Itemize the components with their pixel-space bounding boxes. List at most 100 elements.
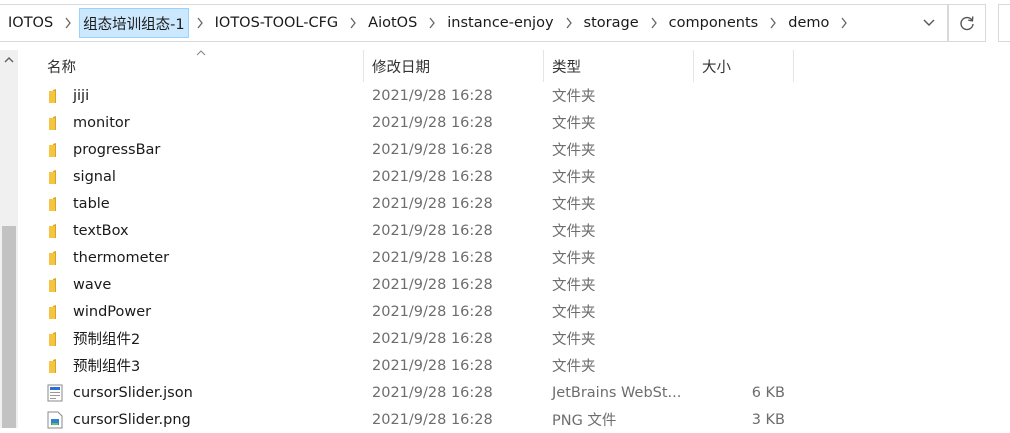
- breadcrumb-chevron-icon[interactable]: [189, 8, 211, 38]
- folder-icon: [47, 190, 69, 217]
- file-date: 2021/9/28 16:28: [372, 222, 493, 239]
- file-name: signal: [73, 168, 116, 185]
- file-date: 2021/9/28 16:28: [372, 249, 493, 266]
- file-size: [694, 136, 785, 163]
- file-date: 2021/9/28 16:28: [372, 114, 493, 131]
- file-row[interactable]: table 2021/9/28 16:28 文件夹: [44, 190, 804, 217]
- breadcrumb-chevron-icon[interactable]: [421, 8, 443, 38]
- sort-ascending-icon: [196, 46, 206, 59]
- file-type: JetBrains WebSt...: [552, 384, 682, 401]
- breadcrumb-chevron-icon[interactable]: [342, 8, 364, 38]
- file-date: 2021/9/28 16:28: [372, 411, 493, 428]
- file-date: 2021/9/28 16:28: [372, 357, 493, 374]
- scrollbar-thumb[interactable]: [2, 226, 16, 428]
- file-type: 文件夹: [552, 332, 596, 348]
- file-date: 2021/9/28 16:28: [372, 87, 493, 104]
- folder-icon: [47, 298, 69, 325]
- file-type: 文件夹: [552, 197, 596, 213]
- breadcrumb-item[interactable]: 组态培训组态-1: [79, 8, 189, 38]
- file-size: [694, 244, 785, 271]
- file-row[interactable]: progressBar 2021/9/28 16:28 文件夹: [44, 136, 804, 163]
- folder-icon: [47, 109, 69, 136]
- file-name: cursorSlider.json: [73, 384, 193, 401]
- json-file-icon: [47, 379, 69, 406]
- column-header-name-label: 名称: [47, 59, 76, 76]
- file-type: 文件夹: [552, 359, 596, 375]
- file-size: [694, 325, 785, 352]
- file-date: 2021/9/28 16:28: [372, 384, 493, 401]
- file-size: [694, 298, 785, 325]
- chevron-down-icon: [923, 19, 935, 26]
- column-header-size[interactable]: 大小: [694, 50, 794, 82]
- file-name: textBox: [73, 222, 129, 239]
- breadcrumb-item[interactable]: components: [665, 8, 763, 38]
- file-type: 文件夹: [552, 305, 596, 321]
- breadcrumb-item[interactable]: instance-enjoy: [443, 8, 557, 38]
- refresh-icon: [960, 16, 974, 31]
- file-type: PNG 文件: [552, 413, 617, 429]
- file-type: 文件夹: [552, 143, 596, 159]
- address-bar[interactable]: IOTOS 组态培训组态-1 IOTOS-TOOL-CFG AiotOS instanc…: [0, 4, 948, 42]
- file-row[interactable]: signal 2021/9/28 16:28 文件夹: [44, 163, 804, 190]
- breadcrumb-chevron-icon[interactable]: [833, 8, 855, 38]
- folder-icon: [47, 244, 69, 271]
- breadcrumb-chevron-icon[interactable]: [57, 8, 79, 38]
- folder-icon: [47, 352, 69, 379]
- file-date: 2021/9/28 16:28: [372, 276, 493, 293]
- file-size: [694, 109, 785, 136]
- folder-icon: [47, 136, 69, 163]
- breadcrumb-item[interactable]: storage: [580, 8, 643, 38]
- file-type: 文件夹: [552, 278, 596, 294]
- file-row[interactable]: thermometer 2021/9/28 16:28 文件夹: [44, 244, 804, 271]
- file-size: 3 KB: [751, 411, 785, 428]
- png-file-icon: [47, 406, 69, 433]
- folder-icon: [47, 271, 69, 298]
- file-name: 预制组件3: [73, 359, 141, 375]
- file-row[interactable]: monitor 2021/9/28 16:28 文件夹: [44, 109, 804, 136]
- file-size: [694, 163, 785, 190]
- column-header-date-label: 修改日期: [372, 59, 430, 76]
- file-row[interactable]: cursorSlider.json 2021/9/28 16:28 JetBrain…: [44, 379, 804, 406]
- file-size: [694, 217, 785, 244]
- file-size: [694, 190, 785, 217]
- breadcrumb-item[interactable]: AiotOS: [364, 8, 421, 38]
- search-box[interactable]: [998, 4, 1010, 42]
- file-type: 文件夹: [552, 116, 596, 132]
- breadcrumb-item[interactable]: demo: [784, 8, 833, 38]
- file-size: [694, 352, 785, 379]
- breadcrumb-chevron-icon[interactable]: [558, 8, 580, 38]
- column-header-type[interactable]: 类型: [544, 50, 694, 82]
- address-dropdown-button[interactable]: [911, 5, 947, 41]
- folder-icon: [47, 163, 69, 190]
- file-size: [694, 271, 785, 298]
- file-name: monitor: [73, 114, 130, 131]
- file-row[interactable]: 预制组件3 2021/9/28 16:28 文件夹: [44, 352, 804, 379]
- file-date: 2021/9/28 16:28: [372, 303, 493, 320]
- file-type: 文件夹: [552, 89, 596, 105]
- file-date: 2021/9/28 16:28: [372, 168, 493, 185]
- file-row[interactable]: wave 2021/9/28 16:28 文件夹: [44, 271, 804, 298]
- breadcrumb-item[interactable]: IOTOS: [0, 8, 57, 38]
- breadcrumb-item[interactable]: IOTOS-TOOL-CFG: [211, 8, 343, 38]
- file-row[interactable]: windPower 2021/9/28 16:28 文件夹: [44, 298, 804, 325]
- chevron-up-icon: [4, 57, 14, 63]
- file-row[interactable]: textBox 2021/9/28 16:28 文件夹: [44, 217, 804, 244]
- scroll-up-button[interactable]: [0, 50, 18, 70]
- file-row[interactable]: 预制组件2 2021/9/28 16:28 文件夹: [44, 325, 804, 352]
- file-type: 文件夹: [552, 224, 596, 240]
- column-header-type-label: 类型: [552, 59, 581, 76]
- file-name: thermometer: [73, 249, 170, 266]
- breadcrumb-chevron-icon[interactable]: [643, 8, 665, 38]
- refresh-button[interactable]: [948, 4, 986, 42]
- folder-icon: [47, 217, 69, 244]
- column-header-size-label: 大小: [702, 59, 731, 76]
- folder-icon: [47, 82, 69, 109]
- breadcrumb-chevron-icon[interactable]: [762, 8, 784, 38]
- column-header-date[interactable]: 修改日期: [364, 50, 544, 82]
- file-row[interactable]: cursorSlider.png 2021/9/28 16:28 PNG 文件 3 K…: [44, 406, 804, 433]
- file-name: jiji: [73, 87, 90, 104]
- file-name: windPower: [73, 303, 152, 320]
- file-row[interactable]: jiji 2021/9/28 16:28 文件夹: [44, 82, 804, 109]
- file-date: 2021/9/28 16:28: [372, 195, 493, 212]
- file-type: 文件夹: [552, 251, 596, 267]
